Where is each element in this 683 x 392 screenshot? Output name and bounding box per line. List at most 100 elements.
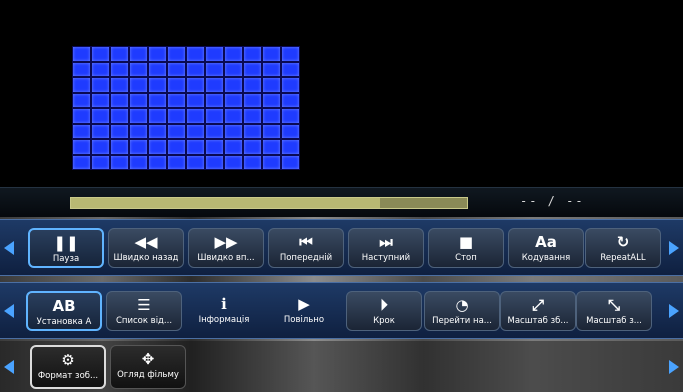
control-row-2: AB Установка А ☰ Список від... ℹ Інформа… <box>0 282 683 339</box>
grid-cell <box>206 124 223 138</box>
rewind-button[interactable]: ◀◀ Швидко назад <box>108 228 184 268</box>
grid-cell <box>263 93 280 107</box>
picture-format-label: Формат зоб... <box>37 371 99 381</box>
grid-cell <box>187 62 204 76</box>
grid-cell <box>206 78 223 92</box>
seek-bar[interactable] <box>70 197 468 209</box>
grid-cell <box>92 155 109 169</box>
grid-cell <box>244 155 261 169</box>
grid-cell <box>187 78 204 92</box>
grid-cell <box>73 124 90 138</box>
grid-cell <box>206 93 223 107</box>
grid-cell <box>130 47 147 61</box>
grid-cell <box>73 140 90 154</box>
grid-cell <box>282 93 299 107</box>
grid-cell <box>282 47 299 61</box>
grid-cell <box>263 47 280 61</box>
step-button[interactable]: ⏵ Крок <box>346 291 422 331</box>
grid-cell <box>149 47 166 61</box>
grid-cell <box>282 62 299 76</box>
grid-cell <box>149 62 166 76</box>
move-icon: ✥ <box>141 350 155 368</box>
grid-cell <box>244 78 261 92</box>
grid-cell <box>92 62 109 76</box>
grid-cell <box>263 109 280 123</box>
grid-cell <box>73 155 90 169</box>
ab-repeat-button[interactable]: AB Установка А <box>26 291 102 331</box>
grid-cell <box>263 62 280 76</box>
encoding-label: Кодування <box>521 253 571 263</box>
scroll-left-arrow-icon[interactable] <box>4 303 14 318</box>
grid-cell <box>111 140 128 154</box>
gear-icon: ⚙ <box>61 351 75 369</box>
grid-cell <box>187 155 204 169</box>
grid-cell <box>263 78 280 92</box>
grid-cell <box>244 47 261 61</box>
fast-forward-button[interactable]: ▶▶ Швидко вп... <box>188 228 264 268</box>
grid-cell <box>168 47 185 61</box>
grid-cell <box>206 140 223 154</box>
step-icon: ⏵ <box>380 296 388 314</box>
step-label: Крок <box>373 316 395 326</box>
grid-cell <box>244 140 261 154</box>
scroll-right-arrow-icon[interactable] <box>669 240 679 255</box>
grid-cell <box>206 47 223 61</box>
next-button[interactable]: ⏭ Наступний <box>348 228 424 268</box>
scroll-right-arrow-icon[interactable] <box>669 359 679 374</box>
fast-forward-label: Швидко вп... <box>197 253 255 263</box>
info-label: Інформація <box>198 315 250 325</box>
grid-cell <box>73 62 90 76</box>
stop-icon: ■ <box>458 233 474 251</box>
grid-cell <box>282 78 299 92</box>
grid-cell <box>282 140 299 154</box>
seek-bar-fill <box>71 198 380 208</box>
grid-cell <box>73 109 90 123</box>
grid-cell <box>73 47 90 61</box>
slow-motion-label: Повільно <box>283 315 325 325</box>
grid-cell <box>111 109 128 123</box>
control-row-3: ⚙ Формат зоб... ✥ Огляд фільму <box>0 341 683 392</box>
grid-cell <box>130 93 147 107</box>
scroll-right-arrow-icon[interactable] <box>669 303 679 318</box>
slow-motion-icon: ▶ <box>298 295 310 313</box>
grid-cell <box>111 78 128 92</box>
grid-cell <box>130 109 147 123</box>
video-area <box>0 0 683 187</box>
time-display: -- / -- <box>520 194 585 208</box>
zoom-out-button[interactable]: ⤡ Масштаб з... <box>576 291 652 331</box>
grid-cell <box>168 124 185 138</box>
grid-cell <box>168 62 185 76</box>
grid-cell <box>282 124 299 138</box>
playlist-label: Список від... <box>115 316 173 326</box>
previous-button[interactable]: ⏮ Попередній <box>268 228 344 268</box>
slow-motion-button[interactable]: ▶ Повільно <box>266 291 342 331</box>
picture-format-button[interactable]: ⚙ Формат зоб... <box>30 345 106 389</box>
grid-cell <box>225 140 242 154</box>
grid-cell <box>263 140 280 154</box>
grid-cell <box>168 140 185 154</box>
fast-forward-icon: ▶▶ <box>214 233 238 251</box>
zoom-in-button[interactable]: ⤢ Масштаб зб... <box>500 291 576 331</box>
pause-button[interactable]: ❚❚ Пауза <box>28 228 104 268</box>
grid-cell <box>168 78 185 92</box>
grid-cell <box>263 155 280 169</box>
goto-button[interactable]: ◔ Перейти на... <box>424 291 500 331</box>
skip-next-icon: ⏭ <box>379 233 393 251</box>
grid-cell <box>111 93 128 107</box>
grid-cell <box>130 62 147 76</box>
info-icon: ℹ <box>221 295 227 313</box>
grid-cell <box>263 124 280 138</box>
zoom-out-icon: ⤡ <box>607 296 620 314</box>
repeat-button[interactable]: ↻ RepeatALL <box>585 228 661 268</box>
encoding-button[interactable]: Aa Кодування <box>508 228 584 268</box>
scroll-left-arrow-icon[interactable] <box>4 240 14 255</box>
playlist-button[interactable]: ☰ Список від... <box>106 291 182 331</box>
goto-label: Перейти на... <box>432 316 492 326</box>
stop-button[interactable]: ■ Стоп <box>428 228 504 268</box>
info-button[interactable]: ℹ Інформація <box>186 291 262 331</box>
grid-cell <box>149 124 166 138</box>
grid-cell <box>130 124 147 138</box>
movie-overview-button[interactable]: ✥ Огляд фільму <box>110 345 186 389</box>
scroll-left-arrow-icon[interactable] <box>4 359 14 374</box>
grid-cell <box>206 62 223 76</box>
